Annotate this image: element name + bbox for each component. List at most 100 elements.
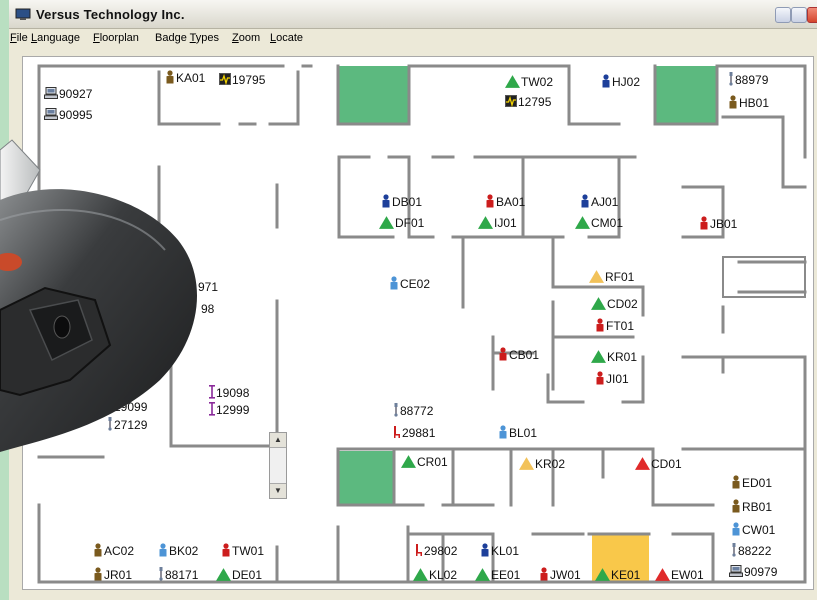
person-brown-icon [166, 70, 174, 84]
menu-zoom[interactable]: Zoom [232, 32, 260, 44]
badge-hb01[interactable]: HB01 [729, 95, 770, 110]
badge-98[interactable]: 98 [201, 302, 215, 316]
badge-label: BL01 [509, 426, 537, 440]
badge-29802[interactable]: 29802 [416, 544, 458, 558]
badge-label: 12999 [216, 403, 250, 417]
badge-88979[interactable]: 88979 [729, 72, 769, 87]
room-green [338, 66, 409, 124]
badge-df01[interactable]: DF01 [379, 216, 425, 230]
badge-label: KA01 [176, 71, 206, 85]
triangle-green-icon [216, 568, 231, 581]
floorplan-map[interactable]: 90927 90995 KA01 19795 TW02 12795 HJ02 88979 HB0… [23, 57, 813, 589]
badge-jw01[interactable]: JW01 [540, 567, 582, 582]
badge-ac02[interactable]: AC02 [94, 543, 135, 558]
badge-27129[interactable]: 27129 [108, 417, 148, 432]
badge-ew01[interactable]: EW01 [655, 568, 704, 582]
chair-icon [416, 544, 422, 556]
triangle-green-icon [591, 297, 606, 310]
badge-label: JB01 [710, 217, 738, 231]
badge-90927[interactable]: 90927 [44, 87, 93, 101]
badge-29881[interactable]: 29881 [394, 426, 436, 440]
badge-label: HJ02 [612, 75, 640, 89]
maximize-button[interactable] [791, 7, 807, 23]
window-title: Versus Technology Inc. [36, 7, 185, 22]
badge-label: BA01 [496, 195, 526, 209]
badge-ka01[interactable]: KA01 [166, 70, 206, 85]
badge-hj02[interactable]: HJ02 [602, 74, 641, 89]
badge-ed01[interactable]: ED01 [732, 475, 773, 490]
badge-kl02[interactable]: KL02 [413, 568, 457, 582]
person-brown-icon [729, 95, 737, 109]
menu-locate[interactable]: Locate [270, 32, 303, 44]
badge-label: TW01 [232, 544, 264, 558]
badge-ke01[interactable]: KE01 [595, 568, 641, 582]
badge-ba01[interactable]: BA01 [486, 194, 526, 209]
badge-label: JW01 [550, 568, 581, 582]
computer-icon [44, 87, 58, 99]
badge-ee01[interactable]: EE01 [475, 568, 521, 582]
badge-tw01[interactable]: TW01 [222, 543, 265, 558]
badge-19795[interactable]: 19795 [219, 73, 266, 87]
badge-label: CB01 [509, 348, 539, 362]
badge-88222[interactable]: 88222 [732, 543, 772, 558]
badge-kr01[interactable]: KR01 [591, 350, 637, 364]
badge-label: 90979 [744, 565, 778, 579]
badge-29099[interactable]: 29099 [108, 399, 148, 414]
person-red-icon [700, 216, 708, 230]
badge-bk02[interactable]: BK02 [159, 543, 199, 558]
badge-cb01[interactable]: CB01 [499, 347, 540, 362]
badge-label: AJ01 [591, 195, 619, 209]
badge-ce02[interactable]: CE02 [390, 276, 431, 291]
triangle-red-icon [635, 457, 650, 470]
badge-88772[interactable]: 88772 [394, 403, 434, 418]
badge-label: KL02 [429, 568, 457, 582]
badge-label: 27129 [114, 418, 148, 432]
badge-90979[interactable]: 90979 [729, 565, 778, 579]
badge-cw01[interactable]: CW01 [732, 522, 776, 537]
iv-pump-icon [108, 399, 112, 413]
badge-ft01[interactable]: FT01 [596, 318, 635, 333]
badge-de01[interactable]: DE01 [216, 568, 262, 582]
badge-rf01[interactable]: RF01 [589, 270, 635, 284]
badge-cd01[interactable]: CD01 [635, 457, 682, 471]
badge-jb01[interactable]: JB01 [700, 216, 738, 231]
badge-19098[interactable]: 19098 [209, 385, 250, 400]
badge-db01[interactable]: DB01 [382, 194, 423, 209]
badge-ji01[interactable]: JI01 [596, 371, 630, 386]
list-scrollbar[interactable]: ▲ ▼ [269, 432, 287, 499]
menu-badge-types[interactable]: Badge Types [155, 32, 219, 44]
badge-bl01[interactable]: BL01 [499, 425, 538, 440]
badge-jr01[interactable]: JR01 [94, 567, 133, 582]
badge-aj01[interactable]: AJ01 [581, 194, 619, 209]
badge-90995[interactable]: 90995 [44, 108, 93, 122]
badge-88171[interactable]: 88171 [159, 567, 199, 582]
badge-cr01[interactable]: CR01 [401, 455, 448, 469]
person-red-icon [596, 318, 604, 332]
badge-12999[interactable]: 12999 [209, 402, 250, 417]
badge-label: CR01 [417, 455, 448, 469]
menu-floorplan[interactable]: Floorplan [93, 32, 139, 44]
title-bar[interactable]: Versus Technology Inc. [9, 0, 817, 29]
floorplan-canvas[interactable]: 90927 90995 KA01 19795 TW02 12795 HJ02 88979 HB0… [22, 56, 814, 590]
menu-language[interactable]: Language [31, 32, 80, 44]
scroll-up-arrow-icon[interactable]: ▲ [270, 433, 286, 448]
badge-kr02[interactable]: KR02 [519, 457, 565, 471]
scroll-down-arrow-icon[interactable]: ▼ [270, 483, 286, 498]
badge-cm01[interactable]: CM01 [575, 216, 623, 230]
badge-ij01[interactable]: IJ01 [478, 216, 517, 230]
badge-cd02[interactable]: CD02 [591, 297, 638, 311]
minimize-button[interactable] [775, 7, 791, 23]
floorplan-walls [37, 64, 807, 584]
badge-971[interactable]: 971 [198, 280, 218, 294]
badge-kl01[interactable]: KL01 [481, 543, 520, 558]
badge-tw02[interactable]: TW02 [505, 75, 553, 89]
badge-label: RB01 [742, 500, 772, 514]
person-lightblue-icon [159, 543, 167, 557]
person-lightblue-icon [390, 276, 398, 290]
badge-12795[interactable]: 12795 [505, 95, 552, 109]
triangle-yellow-icon [589, 270, 604, 283]
menu-file[interactable]: File [10, 32, 28, 44]
badge-rb01[interactable]: RB01 [732, 499, 773, 514]
close-button[interactable] [807, 7, 817, 23]
pole-icon [209, 402, 215, 416]
